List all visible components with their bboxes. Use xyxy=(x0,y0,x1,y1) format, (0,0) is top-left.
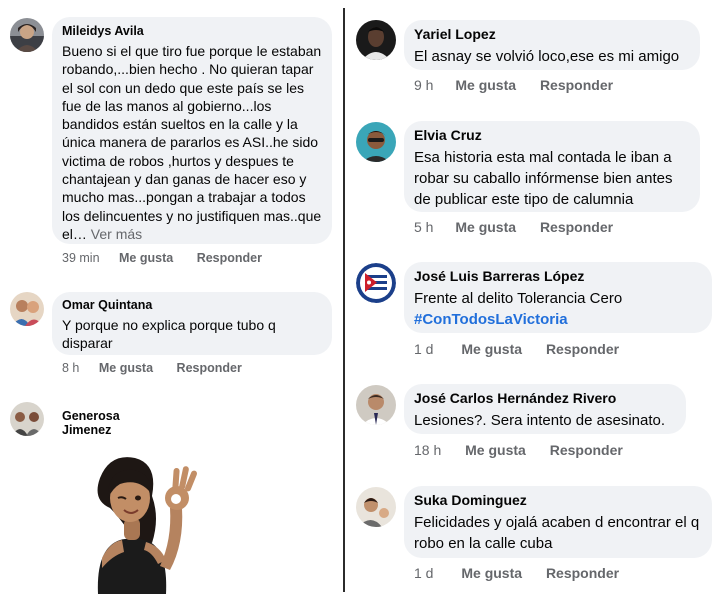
user-photo-avatar-icon xyxy=(356,122,396,162)
comment-author[interactable]: Yariel Lopez xyxy=(414,26,690,42)
comment-bubble: José Luis Barreras López Frente al delit… xyxy=(404,262,712,333)
avatar[interactable] xyxy=(356,487,396,527)
comment-author[interactable]: Mileidys Avila xyxy=(62,24,322,38)
like-button[interactable]: Me gusta xyxy=(461,565,522,581)
user-photo-avatar-icon xyxy=(10,402,44,436)
comment-text: Lesiones?. Sera intento de asesinato. xyxy=(414,412,666,429)
comment-time: 18 h xyxy=(414,442,442,458)
comment-actions: 9 h Me gusta Responder xyxy=(414,77,613,93)
comment-actions: 5 h Me gusta Responder xyxy=(414,219,613,235)
comment-time: 1 d xyxy=(414,341,434,357)
user-photo-avatar-icon xyxy=(10,18,44,52)
comment-text: Bueno si el que tiro fue porque le estab… xyxy=(62,43,322,242)
avatar[interactable] xyxy=(10,292,44,326)
reply-button[interactable]: Responder xyxy=(540,219,613,235)
comment-text: Y porque no explica porque tubo q dispar… xyxy=(62,317,276,352)
like-button[interactable]: Me gusta xyxy=(465,442,526,458)
hashtag-link[interactable]: #ConTodosLaVictoria xyxy=(414,309,702,330)
column-divider xyxy=(343,8,345,592)
avatar[interactable] xyxy=(356,20,396,60)
avatar[interactable] xyxy=(356,122,396,162)
user-photo-avatar-icon xyxy=(356,385,396,425)
comment-actions: 8 h Me gusta Responder xyxy=(62,361,242,375)
comment-author[interactable]: Generosa Jimenez xyxy=(62,409,120,437)
comment-actions: 1 d Me gusta Responder xyxy=(414,341,619,357)
comment-actions: 18 h Me gusta Responder xyxy=(414,442,623,458)
reply-button[interactable]: Responder xyxy=(540,77,613,93)
flag-badge-avatar-icon xyxy=(356,263,396,303)
comment-author[interactable]: Omar Quintana xyxy=(62,298,322,312)
comment-time: 1 d xyxy=(414,565,434,581)
comment-actions: 39 min Me gusta Responder xyxy=(62,251,262,265)
like-button[interactable]: Me gusta xyxy=(455,77,516,93)
comment-time: 39 min xyxy=(62,251,100,265)
reply-button[interactable]: Responder xyxy=(546,565,619,581)
avatar-sticker xyxy=(80,448,200,594)
see-more-link[interactable]: Ver más xyxy=(91,226,142,242)
like-button[interactable]: Me gusta xyxy=(455,219,516,235)
comment-bubble: José Carlos Hernández Rivero Lesiones?. … xyxy=(404,384,686,434)
reply-button[interactable]: Responder xyxy=(550,442,623,458)
reply-button[interactable]: Responder xyxy=(197,251,262,265)
comment-bubble: Mileidys Avila Bueno si el que tiro fue … xyxy=(52,17,332,244)
comment-time: 9 h xyxy=(414,77,434,93)
comment-bubble: Yariel Lopez El asnay se volvió loco,ese… xyxy=(404,20,700,70)
comment-bubble: Omar Quintana Y porque no explica porque… xyxy=(52,292,332,355)
comment-time: 5 h xyxy=(414,219,434,235)
comment-text: El asnay se volvió loco,ese es mi amigo xyxy=(414,48,680,65)
avatar[interactable] xyxy=(356,263,396,303)
user-photo-avatar-icon xyxy=(356,20,396,60)
ok-gesture-sticker-icon xyxy=(97,457,197,594)
comment-actions: 1 d Me gusta Responder xyxy=(414,565,619,581)
like-button[interactable]: Me gusta xyxy=(99,361,153,375)
comment-author[interactable]: José Carlos Hernández Rivero xyxy=(414,390,676,406)
reply-button[interactable]: Responder xyxy=(177,361,242,375)
comment-text: Felicidades y ojalá acaben d encontrar e… xyxy=(414,514,700,552)
avatar[interactable] xyxy=(10,18,44,52)
avatar[interactable] xyxy=(356,385,396,425)
comment-text: Esa historia esta mal contada le iban a … xyxy=(414,149,673,208)
reply-button[interactable]: Responder xyxy=(546,341,619,357)
user-photo-avatar-icon xyxy=(356,487,396,527)
comment-author[interactable]: José Luis Barreras López xyxy=(414,268,702,284)
comment-time: 8 h xyxy=(62,361,80,375)
comment-author[interactable]: Suka Dominguez xyxy=(414,492,702,508)
user-photo-avatar-icon xyxy=(10,292,44,326)
comment-author[interactable]: Elvia Cruz xyxy=(414,127,690,143)
like-button[interactable]: Me gusta xyxy=(119,251,173,265)
comment-bubble: Suka Dominguez Felicidades y ojalá acabe… xyxy=(404,486,712,558)
like-button[interactable]: Me gusta xyxy=(461,341,522,357)
comment-bubble: Elvia Cruz Esa historia esta mal contada… xyxy=(404,121,700,212)
comment-text: Frente al delito Tolerancia Cero xyxy=(414,290,623,307)
avatar[interactable] xyxy=(10,402,44,436)
